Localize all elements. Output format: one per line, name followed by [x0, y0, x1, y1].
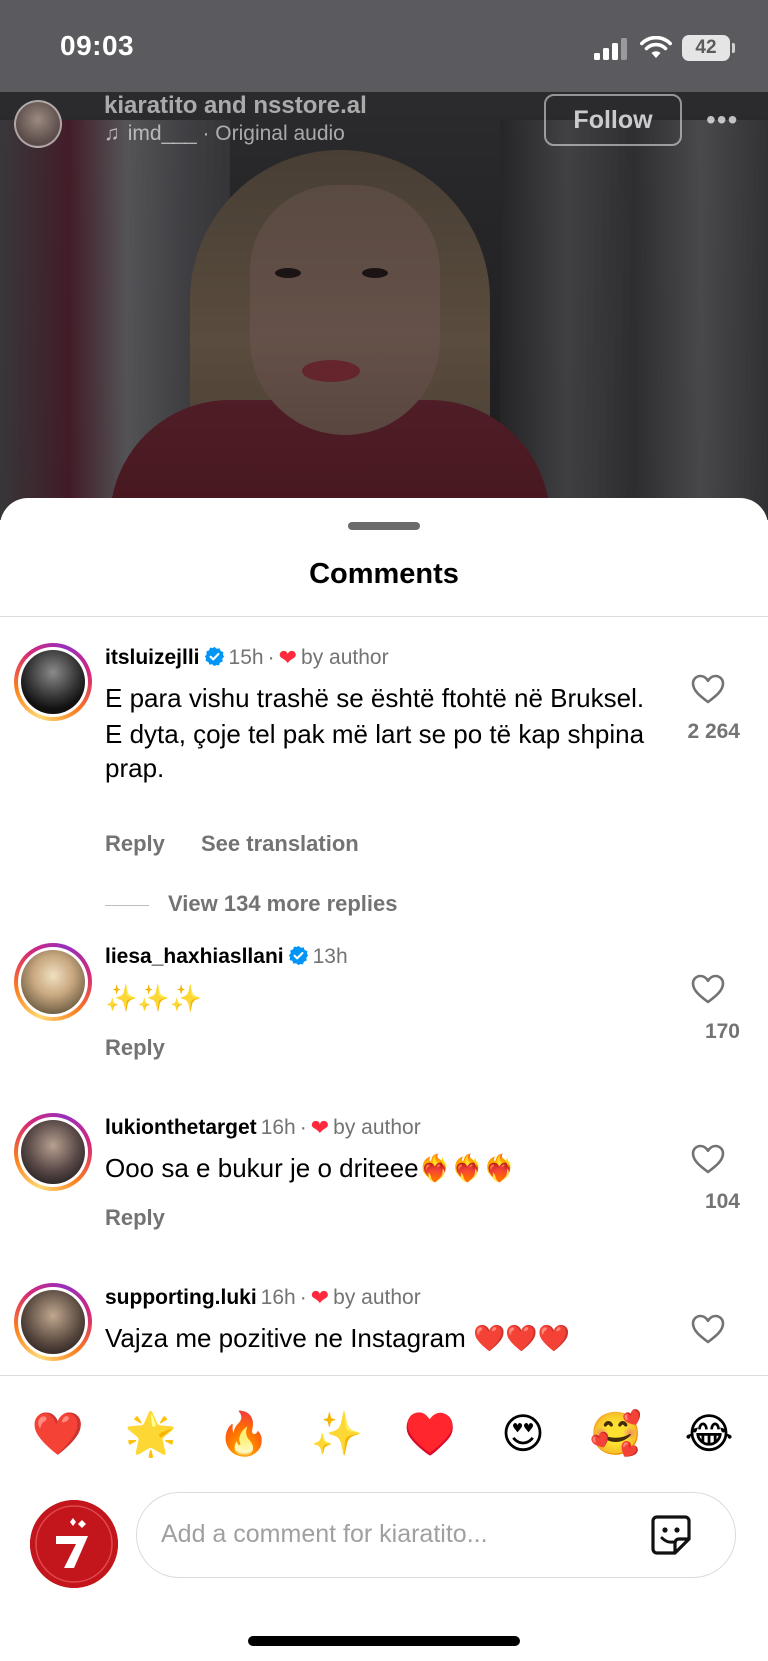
like-heart-icon[interactable]: [690, 973, 726, 1005]
comment-avatar[interactable]: [14, 1283, 92, 1361]
reel-audio-label: imd___ · Original audio: [127, 122, 345, 145]
reel-authors[interactable]: kiaratito and nsstore.al: [104, 92, 367, 120]
follow-button[interactable]: Follow: [544, 94, 682, 146]
current-user-avatar[interactable]: [30, 1500, 118, 1588]
reaction-red-heart[interactable]: ❤️: [30, 1406, 86, 1462]
status-time: 09:03: [60, 30, 135, 61]
comment-username[interactable]: lukionthetarget: [105, 1116, 257, 1139]
more-options-icon[interactable]: •••: [706, 104, 738, 136]
like-heart-icon[interactable]: [690, 1143, 726, 1175]
comment-time: 16h: [260, 1286, 296, 1309]
like-count: 170: [704, 1020, 740, 1043]
see-translation-button[interactable]: See translation: [201, 831, 359, 857]
comment-time: 16h: [260, 1116, 296, 1139]
by-author-label: by author: [333, 1116, 421, 1139]
comment-username[interactable]: itsluizejlli: [105, 646, 200, 669]
comment-time: 13h: [312, 945, 348, 968]
liked-by-author-heart-icon: ❤: [310, 1115, 330, 1140]
reply-button[interactable]: Reply: [105, 1035, 165, 1061]
channel-logo-icon: [30, 1500, 118, 1588]
sheet-drag-handle[interactable]: [348, 522, 420, 530]
comment-input-placeholder: Add a comment for kiaratito...: [161, 1520, 488, 1548]
avatar-image: [21, 650, 85, 714]
comment-username[interactable]: supporting.luki: [105, 1286, 257, 1309]
quick-reactions-bar: ❤️ 🌟 🔥 ✨ ♥️ 😍 🥰 😂: [0, 1378, 768, 1488]
comments-list[interactable]: itsluizejlli 15h · ❤ by author E para vishu …: [0, 617, 768, 1375]
reaction-glowing-star[interactable]: 🌟: [123, 1406, 179, 1462]
verified-badge-icon: [204, 646, 224, 667]
music-note-icon: ♫: [104, 122, 120, 145]
battery-icon: 42: [682, 35, 735, 61]
comment-meta: liesa_haxhiasllani 13h: [105, 945, 348, 969]
comment-text: ✨✨✨: [105, 983, 203, 1013]
comment-time: 15h: [228, 646, 264, 669]
reel-author-avatar[interactable]: [14, 100, 62, 148]
wifi-icon: [640, 36, 672, 58]
reaction-sparkles[interactable]: ✨: [309, 1406, 365, 1462]
comment-text: E para vishu trashë se është ftohtë në B…: [105, 683, 645, 783]
reaction-tears-of-joy[interactable]: 😂: [681, 1406, 737, 1462]
comment-text: Vajza me pozitive ne Instagram ❤️❤️❤️: [105, 1323, 571, 1353]
status-bar: 09:03 42: [0, 0, 768, 92]
avatar-image: [21, 1290, 85, 1354]
sheet-title: Comments: [309, 558, 459, 590]
reply-button[interactable]: Reply: [105, 831, 165, 857]
replies-line: [105, 905, 149, 906]
comment-meta: lukionthetarget 16h · ❤ by author: [105, 1115, 421, 1140]
comment-composer: Add a comment for kiaratito...: [0, 1488, 768, 1598]
reply-button[interactable]: Reply: [105, 1205, 165, 1231]
by-author-label: by author: [333, 1286, 421, 1309]
avatar-image: [21, 950, 85, 1014]
verified-badge-icon: [288, 945, 308, 966]
comment-avatar[interactable]: [14, 643, 92, 721]
comment-avatar[interactable]: [14, 1113, 92, 1191]
reaction-heart-eyes[interactable]: 😍: [495, 1406, 551, 1462]
comment-input[interactable]: Add a comment for kiaratito...: [136, 1492, 736, 1578]
comment-avatar[interactable]: [14, 943, 92, 1021]
comment-meta: itsluizejlli 15h · ❤ by author: [105, 645, 389, 670]
comment-text: Ooo sa e bukur je o driteee❤️‍🔥❤️‍🔥❤️‍🔥: [105, 1153, 516, 1183]
avatar-image: [21, 1120, 85, 1184]
liked-by-author-heart-icon: ❤: [278, 645, 298, 670]
reaction-fire[interactable]: 🔥: [216, 1406, 272, 1462]
comment-meta: supporting.luki 16h · ❤ by author: [105, 1285, 421, 1310]
composer-divider: [0, 1375, 768, 1376]
comment-username[interactable]: liesa_haxhiasllani: [105, 945, 284, 968]
reel-header: kiaratito and nsstore.al ♫ imd___ · Origi…: [0, 92, 768, 152]
by-author-label: by author: [301, 646, 389, 669]
like-count: 2 264: [687, 720, 740, 743]
like-count: 104: [704, 1190, 740, 1213]
comments-sheet: Comments itsluizejlli 15h · ❤ by author E pa…: [0, 498, 768, 1661]
home-indicator: [248, 1636, 520, 1646]
like-heart-icon[interactable]: [690, 673, 726, 705]
reel-audio[interactable]: ♫ imd___ · Original audio: [104, 122, 345, 146]
view-more-replies-button[interactable]: View 134 more replies: [168, 891, 398, 917]
cellular-signal-icon: [594, 38, 627, 60]
reaction-heart-suit[interactable]: ♥️: [402, 1406, 458, 1462]
like-heart-icon[interactable]: [690, 1313, 726, 1345]
liked-by-author-heart-icon: ❤: [310, 1285, 330, 1310]
sticker-icon[interactable]: [647, 1511, 695, 1559]
reaction-smiling-hearts[interactable]: 🥰: [588, 1406, 644, 1462]
